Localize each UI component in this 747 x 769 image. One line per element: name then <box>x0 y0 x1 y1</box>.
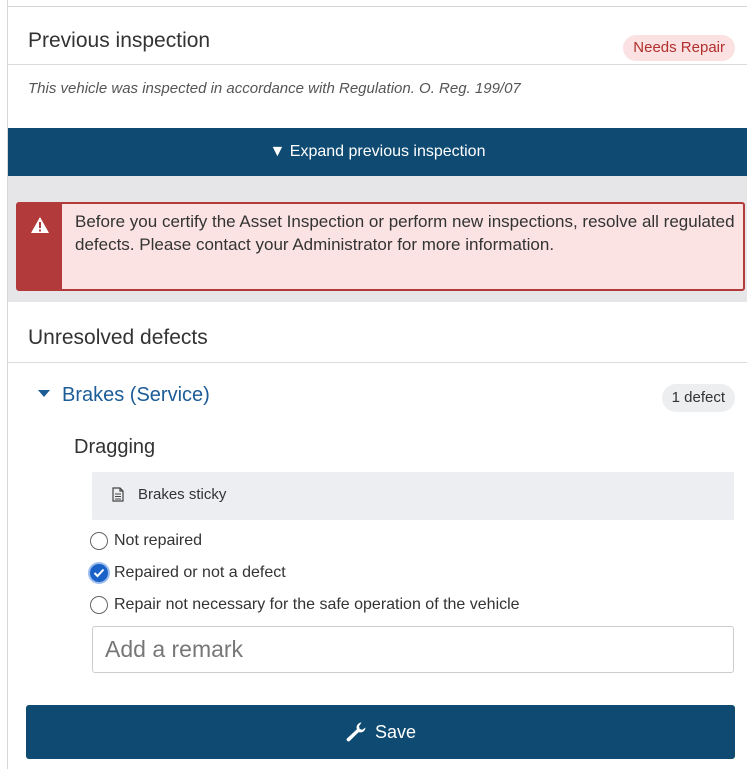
warning-triangle-icon <box>31 217 49 233</box>
caret-down-icon <box>38 390 50 398</box>
radio-label: Repaired or not a defect <box>114 564 286 581</box>
radio-circle-checked[interactable] <box>90 564 108 582</box>
expand-previous-inspection-button[interactable]: ▼ Expand previous inspection <box>8 128 747 176</box>
wrench-icon <box>346 722 366 742</box>
radio-circle-unchecked[interactable] <box>90 532 108 550</box>
radio-not-repaired[interactable]: Not repaired <box>90 530 202 552</box>
defect-group-brakes-service[interactable]: Brakes (Service) <box>38 384 210 410</box>
defect-count-badge: 1 defect <box>661 384 735 412</box>
document-icon <box>112 487 124 502</box>
checkmark-icon <box>93 568 105 578</box>
inspection-title: Previous inspection <box>28 29 211 52</box>
radio-repair-not-necessary[interactable]: Repair not necessary for the safe operat… <box>90 594 520 616</box>
radio-repaired-or-not-a-defect[interactable]: Repaired or not a defect <box>90 562 286 584</box>
defect-note: Brakes sticky <box>92 472 734 520</box>
regulation-text: This vehicle was inspected in accordance… <box>28 80 521 97</box>
unresolved-defects-title: Unresolved defects <box>28 326 208 349</box>
save-button[interactable]: Save <box>26 705 735 759</box>
regulated-defects-alert: Before you certify the Asset Inspection … <box>16 202 745 291</box>
remark-input[interactable] <box>92 626 734 673</box>
radio-label: Not repaired <box>114 532 203 549</box>
expand-label: ▼ Expand previous inspection <box>269 143 486 160</box>
save-label: Save <box>374 721 417 742</box>
section-divider <box>8 362 747 363</box>
alert-message: Before you certify the Asset Inspection … <box>75 212 735 254</box>
warning-icon-box <box>18 204 62 289</box>
status-badge: Needs Repair <box>623 35 735 61</box>
defect-note-text: Brakes sticky <box>138 486 227 503</box>
defect-group-label: Brakes (Service) <box>62 384 210 406</box>
radio-label: Repair not necessary for the safe operat… <box>114 596 520 613</box>
defect-name: Dragging <box>74 436 156 458</box>
radio-circle-unchecked[interactable] <box>90 596 108 614</box>
inspection-header: Previous inspection Needs Repair <box>8 7 747 65</box>
